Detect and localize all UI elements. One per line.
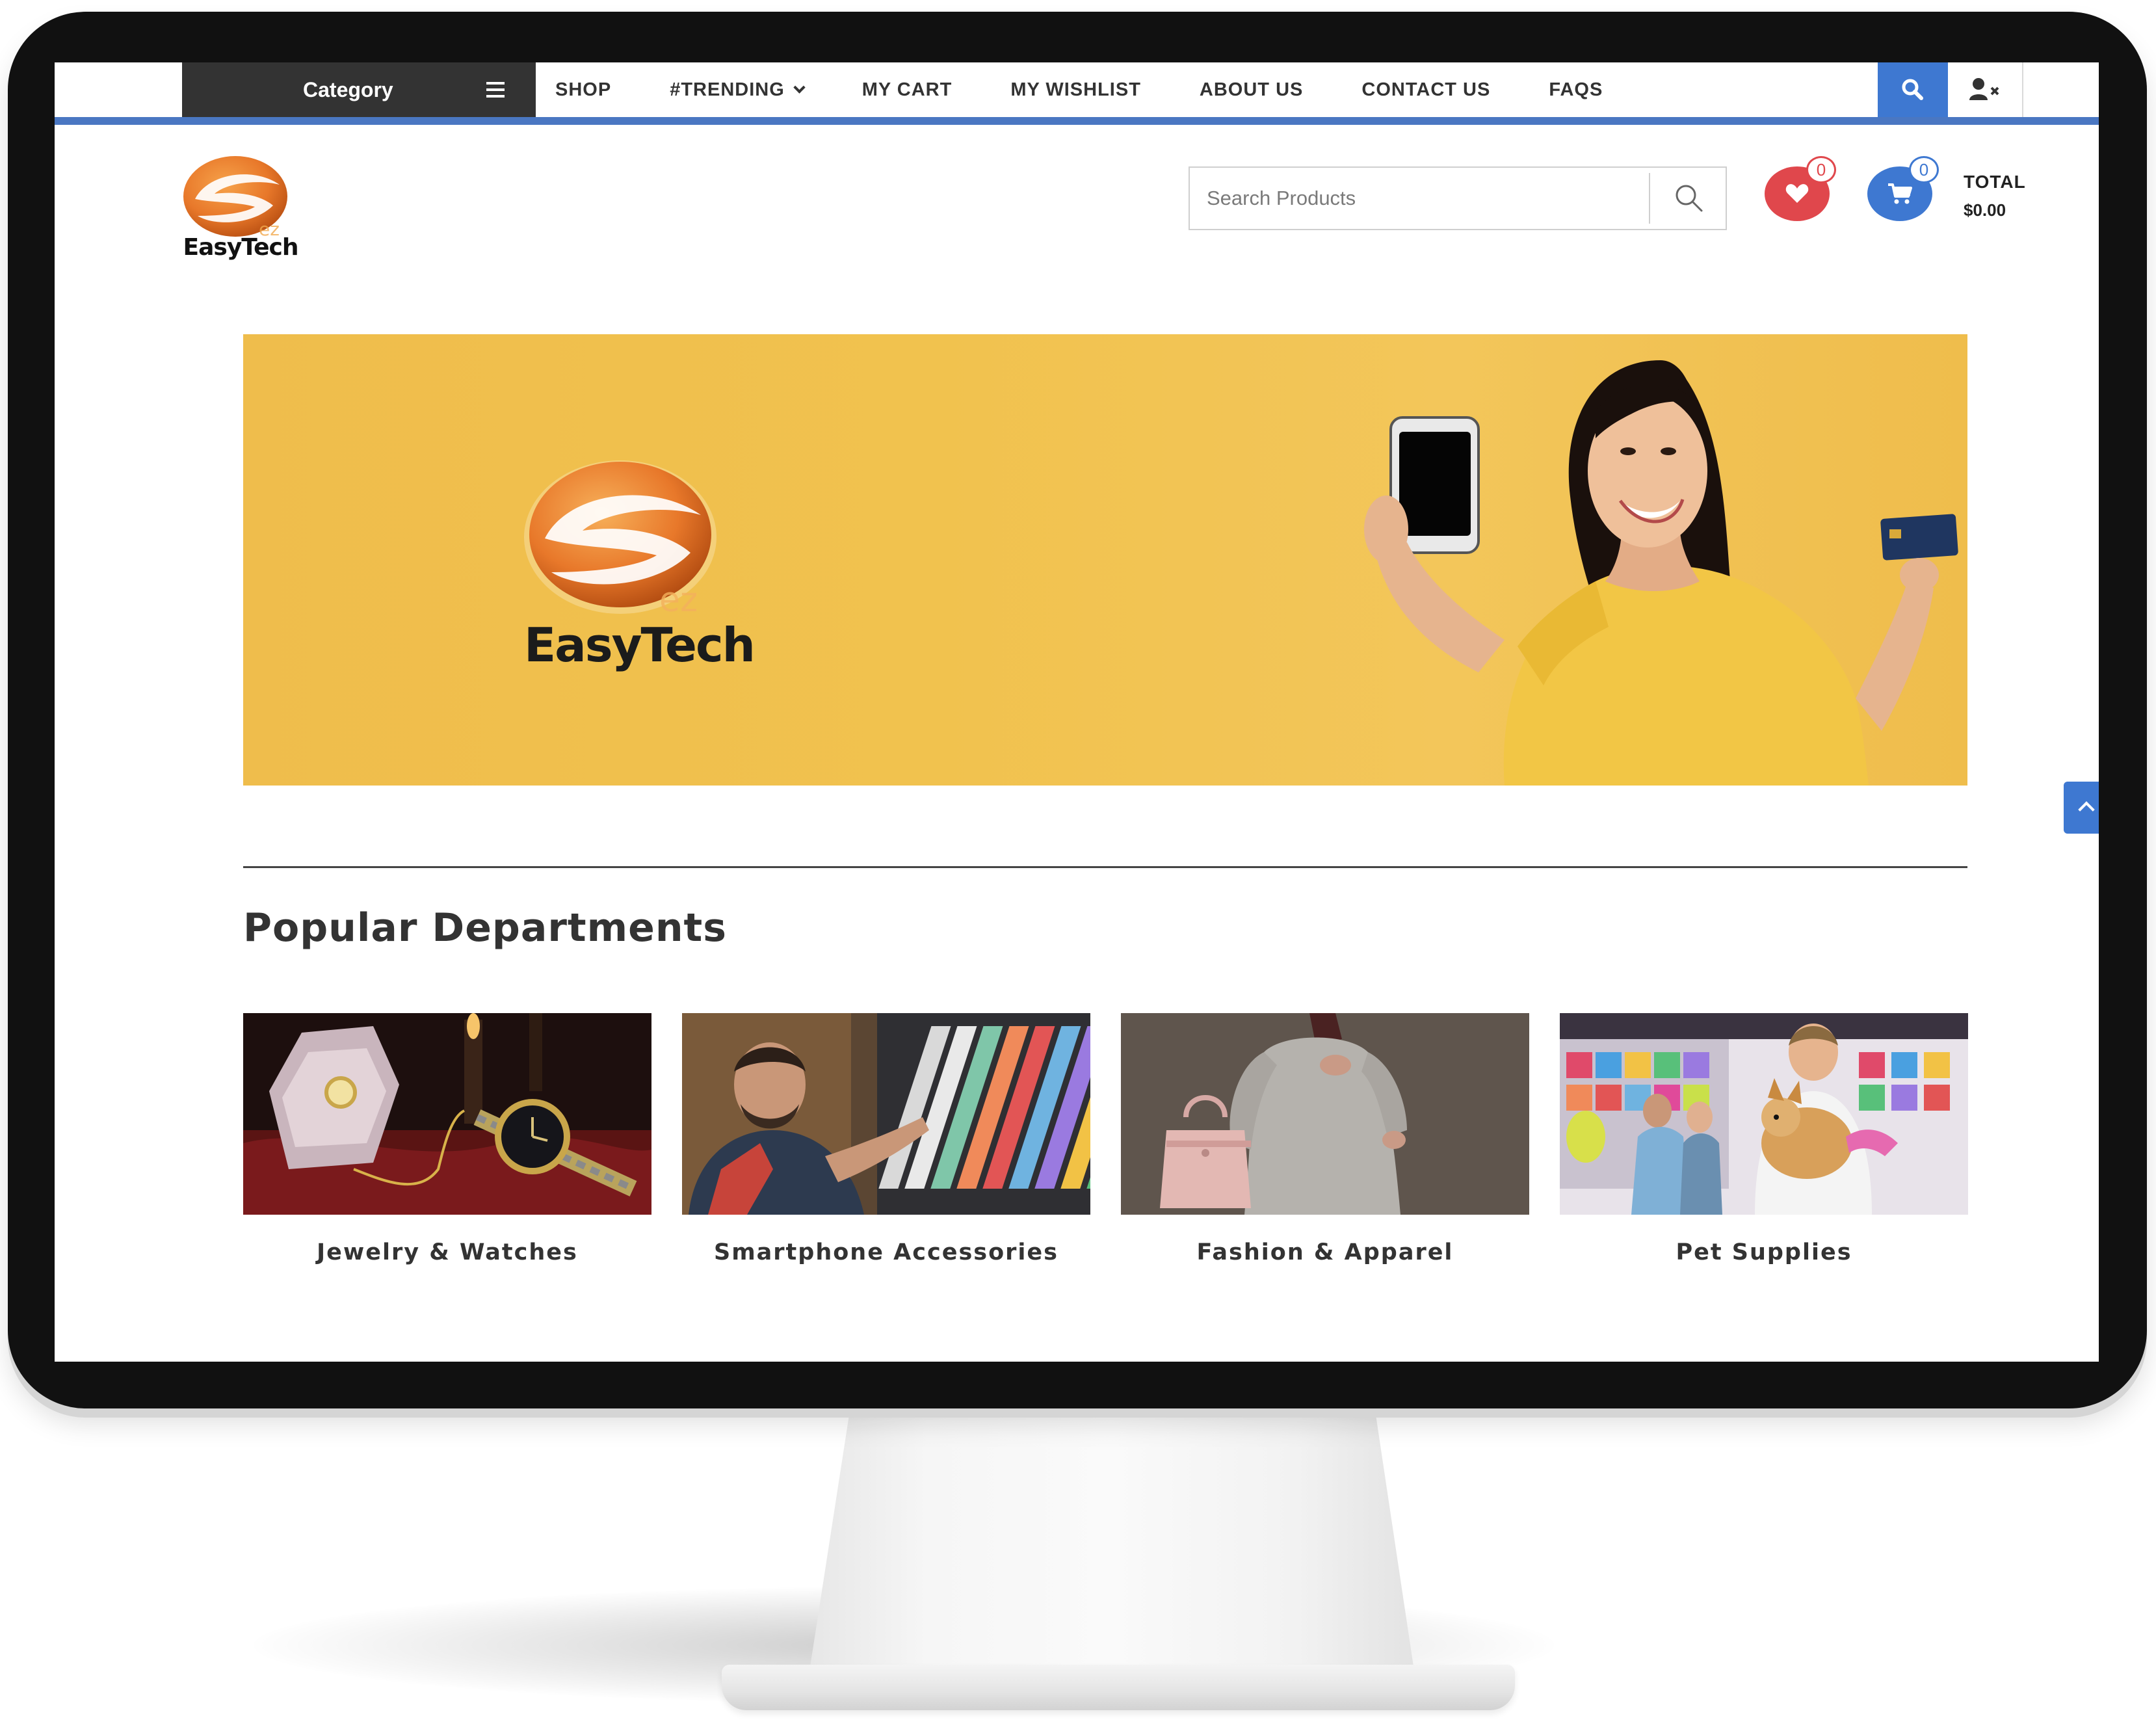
easytech-logo-icon: ez — [183, 156, 287, 240]
nav-faqs[interactable]: FAQS — [1549, 79, 1603, 101]
department-card-pet-supplies[interactable]: Pet Supplies — [1560, 1013, 1968, 1265]
department-label[interactable]: Fashion & Apparel — [1121, 1239, 1529, 1265]
heart-icon — [1785, 184, 1809, 203]
product-search — [1189, 166, 1727, 230]
section-divider — [243, 866, 1967, 868]
monitor-base — [722, 1665, 1515, 1710]
monitor-stand — [809, 1415, 1415, 1675]
nav-shop[interactable]: SHOP — [555, 79, 611, 101]
site-logo[interactable]: ez EasyTech — [182, 153, 299, 271]
category-label: Category — [303, 77, 393, 101]
departments-grid: Jewelry & Watches Smartphone Accessories… — [243, 1013, 1968, 1265]
nav-my-wishlist[interactable]: MY WISHLIST — [1010, 79, 1141, 101]
smartphone-icon — [1364, 416, 1505, 672]
hero-banner[interactable]: ez EasyTech — [243, 334, 1967, 786]
top-navigation: Category SHOP #TRENDING MY CART MY WISHL… — [55, 62, 2099, 121]
cart-total-value: $0.00 — [1964, 200, 2006, 220]
search-divider — [1649, 173, 1650, 224]
fashion-apparel-image[interactable] — [1121, 1013, 1529, 1215]
cart-total-label: TOTAL — [1964, 172, 2026, 192]
department-label[interactable]: Smartphone Accessories — [682, 1239, 1090, 1265]
popular-departments-title: Popular Departments — [243, 905, 727, 951]
department-label[interactable]: Pet Supplies — [1560, 1239, 1968, 1265]
smartphone-accessories-image[interactable] — [682, 1013, 1090, 1215]
nav-my-cart[interactable]: MY CART — [862, 79, 953, 101]
cart-icon — [1888, 183, 1912, 204]
nav-contact-us[interactable]: CONTACT US — [1361, 79, 1490, 101]
department-card-fashion[interactable]: Fashion & Apparel — [1121, 1013, 1529, 1265]
department-card-smartphone[interactable]: Smartphone Accessories — [682, 1013, 1090, 1265]
user-remove-icon — [1969, 78, 1999, 100]
search-icon — [1676, 185, 1703, 212]
pet-supplies-image[interactable] — [1560, 1013, 1968, 1215]
main-menu: SHOP #TRENDING MY CART MY WISHLIST ABOUT… — [555, 62, 1661, 117]
nav-trending-label: #TRENDING — [670, 79, 785, 100]
search-input[interactable] — [1190, 168, 1650, 229]
hamburger-icon — [486, 82, 505, 98]
search-submit-button[interactable] — [1653, 168, 1726, 229]
nav-trending[interactable]: #TRENDING — [670, 79, 806, 101]
back-to-top-button[interactable] — [2064, 782, 2099, 834]
easytech-logo-icon: ez — [524, 460, 716, 618]
nav-search-button[interactable] — [1878, 62, 1948, 117]
hero-logo-wordmark: EasyTech — [524, 618, 756, 672]
chevron-down-icon — [793, 81, 806, 94]
jewelry-watches-image[interactable] — [243, 1013, 651, 1215]
nav-about-us[interactable]: ABOUT US — [1200, 79, 1303, 101]
web-page: Category SHOP #TRENDING MY CART MY WISHL… — [55, 62, 2099, 1362]
nav-accent-bar — [55, 117, 2099, 125]
search-icon — [1902, 79, 1923, 100]
account-button[interactable] — [1948, 62, 2023, 117]
department-card-jewelry[interactable]: Jewelry & Watches — [243, 1013, 651, 1265]
hero-model-photo — [1364, 360, 1958, 786]
logo-wordmark: EasyTech — [183, 234, 299, 261]
wishlist-count-badge: 0 — [1806, 156, 1836, 183]
cart-count-badge: 0 — [1909, 156, 1939, 183]
category-menu-button[interactable]: Category — [182, 62, 536, 117]
department-label[interactable]: Jewelry & Watches — [243, 1239, 651, 1265]
svg-text:ez: ez — [659, 581, 698, 618]
desktop-mockup: Category SHOP #TRENDING MY CART MY WISHL… — [0, 0, 2156, 1731]
